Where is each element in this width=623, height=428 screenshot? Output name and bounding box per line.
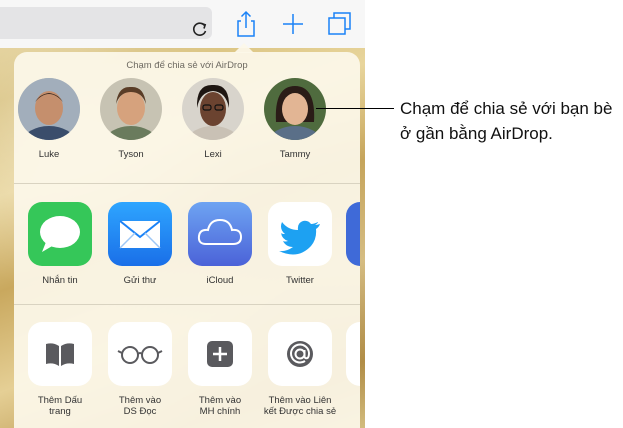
add-home-icon — [188, 322, 252, 386]
new-tab-icon[interactable] — [279, 10, 307, 38]
reload-icon[interactable] — [191, 20, 209, 38]
share-app-mail[interactable]: Gửi thư — [102, 202, 178, 286]
airdrop-person-lexi[interactable]: Lexi — [178, 78, 248, 160]
action-label-line2: trang — [49, 406, 71, 417]
action-label-line1: Thêm vào — [198, 395, 242, 406]
airdrop-title: Chạm để chia sẻ với AirDrop — [126, 60, 248, 71]
person-name: Tyson — [118, 149, 144, 160]
share-sheet: Chạm để chia sẻ với AirDrop Luke Tyson L… — [14, 52, 360, 428]
browser-toolbar — [0, 0, 365, 48]
tabs-icon[interactable] — [326, 10, 354, 38]
person-name: Lexi — [204, 149, 222, 160]
action-label-line2: DS Đọc — [123, 406, 157, 417]
shared-links-icon — [268, 322, 332, 386]
avatar — [264, 78, 326, 140]
action-label-line2: MH chính — [199, 406, 241, 417]
airdrop-person-tammy[interactable]: Tammy — [260, 78, 330, 160]
action-label-line1: Thêm vào — [118, 395, 162, 406]
airdrop-callout: Chạm để chia sẻ với bạn bè ở gần bằng Ai… — [400, 99, 613, 143]
app-label: iCloud — [206, 275, 234, 286]
action-label-line2: kết Được chia sẻ — [263, 406, 337, 417]
airdrop-person-luke[interactable]: Luke — [14, 78, 84, 160]
avatar — [182, 78, 244, 140]
action-partial[interactable] — [342, 322, 360, 386]
callout-line — [316, 108, 394, 109]
share-app-partial[interactable] — [342, 202, 360, 266]
share-app-twitter[interactable]: Twitter — [262, 202, 338, 286]
share-icon[interactable] — [232, 10, 260, 38]
messages-icon — [28, 202, 92, 266]
share-app-messages[interactable]: Nhắn tin — [22, 202, 98, 286]
person-name: Luke — [38, 149, 60, 160]
action-label-line1: Thêm vào Liên — [268, 395, 332, 406]
avatar — [100, 78, 162, 140]
avatar — [18, 78, 80, 140]
section-divider — [14, 183, 360, 184]
app-label: Nhắn tin — [42, 275, 78, 286]
action-add-bookmark[interactable]: Thêm Dấu trang — [22, 322, 98, 417]
mail-icon — [108, 202, 172, 266]
action-label-line1: Thêm Dấu — [37, 395, 83, 406]
address-bar[interactable] — [0, 7, 212, 39]
share-app-icloud[interactable]: iCloud — [182, 202, 258, 286]
person-name: Tammy — [279, 149, 311, 160]
app-icon-partial — [346, 202, 360, 266]
airdrop-person-tyson[interactable]: Tyson — [96, 78, 166, 160]
icloud-icon — [188, 202, 252, 266]
action-icon-partial — [346, 322, 360, 386]
action-add-reading-list[interactable]: Thêm vào DS Đọc — [102, 322, 178, 417]
app-label: Twitter — [286, 275, 314, 286]
glasses-icon — [108, 322, 172, 386]
action-add-shared-links[interactable]: Thêm vào Liên kết Được chia sẻ — [262, 322, 338, 417]
section-divider — [14, 304, 360, 305]
app-label: Gửi thư — [123, 275, 157, 286]
bookmark-icon — [28, 322, 92, 386]
action-add-home-screen[interactable]: Thêm vào MH chính — [182, 322, 258, 417]
twitter-icon — [268, 202, 332, 266]
